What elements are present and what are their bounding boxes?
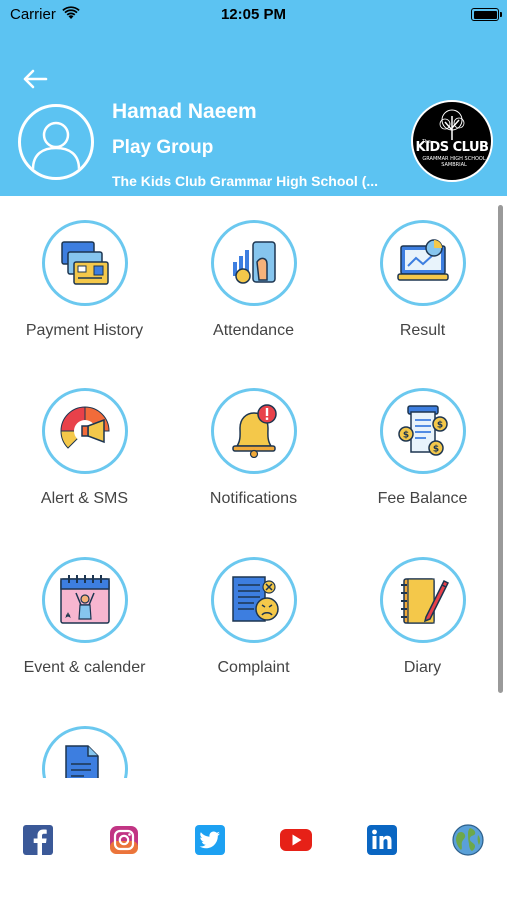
- menu-item-attendance[interactable]: Attendance: [169, 196, 338, 364]
- youtube-icon[interactable]: [279, 823, 313, 857]
- svg-text:$: $: [433, 445, 439, 455]
- logo-title: KIDS CLUB: [415, 140, 489, 155]
- avatar[interactable]: [18, 104, 94, 180]
- menu-item-document[interactable]: [0, 702, 169, 778]
- menu-item-label: Alert & SMS: [40, 490, 129, 507]
- svg-text:$: $: [437, 421, 443, 431]
- menu-item-diary[interactable]: Diary: [338, 533, 507, 701]
- instagram-icon[interactable]: [107, 823, 141, 857]
- linkedin-icon[interactable]: [365, 823, 399, 857]
- menu-grid: Payment History Attendance Result Alert …: [0, 196, 507, 778]
- menu-item-event-calendar[interactable]: Event & calender: [0, 533, 169, 701]
- student-class: Play Group: [112, 137, 214, 158]
- complaint-icon: [232, 576, 279, 622]
- alert-sms-icon: [60, 406, 110, 449]
- globe-icon[interactable]: [451, 823, 485, 857]
- back-arrow-icon[interactable]: [20, 64, 50, 94]
- payment-history-icon: [61, 241, 109, 285]
- menu-item-label: Complaint: [217, 659, 290, 676]
- menu-item-payment-history[interactable]: Payment History: [0, 196, 169, 364]
- student-name: Hamad Naeem: [112, 100, 257, 123]
- menu-item-label: Fee Balance: [377, 490, 468, 507]
- menu-item-notifications[interactable]: Notifications: [169, 364, 338, 532]
- menu-item-label: Attendance: [213, 322, 294, 339]
- menu-item-label: Result: [399, 322, 446, 339]
- menu-item-label: Notifications: [209, 490, 298, 507]
- attendance-icon: [233, 241, 276, 284]
- menu-item-label: Diary: [403, 659, 442, 676]
- school-name: The Kids Club Grammar High School (...: [112, 173, 379, 189]
- menu-item-fee-balance[interactable]: $ $ $ Fee Balance: [338, 364, 507, 532]
- facebook-icon[interactable]: [21, 823, 55, 857]
- user-icon: [31, 121, 81, 170]
- svg-text:$: $: [403, 431, 409, 441]
- header: Carrier 12:05 PM Hamad Naeem Play Group …: [0, 0, 507, 196]
- menu-item-label: Payment History: [25, 322, 144, 339]
- menu-item-label: Event & calender: [23, 659, 146, 676]
- tree-icon: [439, 109, 465, 140]
- document-icon: [65, 745, 99, 778]
- fee-balance-icon: $ $ $: [398, 405, 448, 456]
- school-logo: The KIDS CLUB GRAMMAR HIGH SCHOOL SAMBRI…: [411, 100, 493, 182]
- result-icon: [397, 239, 449, 281]
- social-footer: [0, 815, 507, 865]
- menu-item-complaint[interactable]: Complaint: [169, 533, 338, 701]
- scrollbar[interactable]: [498, 205, 503, 693]
- twitter-icon[interactable]: [193, 823, 227, 857]
- logo-subtitle: GRAMMAR HIGH SCHOOL SAMBRIAL: [422, 156, 486, 168]
- diary-icon: [401, 578, 450, 624]
- menu-item-result[interactable]: Result: [338, 196, 507, 364]
- battery-icon: [471, 8, 502, 21]
- event-calendar-icon: [60, 575, 110, 624]
- notifications-icon: [232, 404, 277, 458]
- status-bar: Carrier 12:05 PM: [0, 0, 507, 30]
- menu-item-alert-sms[interactable]: Alert & SMS: [0, 364, 169, 532]
- clock: 12:05 PM: [220, 6, 287, 23]
